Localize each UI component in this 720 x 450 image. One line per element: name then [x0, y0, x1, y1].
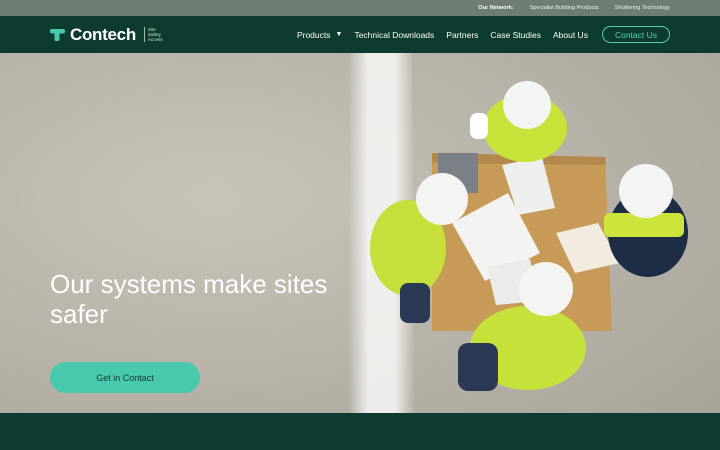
nav-item-technical-downloads[interactable]: Technical Downloads [354, 30, 434, 40]
contact-us-button[interactable]: Contact Us [601, 26, 670, 43]
network-label: Our Network: [478, 5, 514, 11]
nav-item-about-us[interactable]: About Us [553, 30, 588, 40]
logo-mark-icon [50, 28, 65, 42]
logo-tagline: Site Safety Access [143, 26, 163, 43]
get-in-contact-button[interactable]: Get in Contact [50, 362, 200, 393]
nav-item-label: Products [296, 29, 331, 40]
network-link-specialist-building-products[interactable]: Specialist Building Products [530, 5, 599, 11]
nav-item-products[interactable]: Products ▼ [297, 30, 342, 40]
nav-item-partners[interactable]: Partners [446, 30, 478, 40]
section-band [0, 413, 720, 450]
tagline-line: Access [147, 37, 163, 43]
hero-photo [0, 53, 720, 413]
hero-section: Our systems make sites safer Get in Cont… [0, 53, 720, 413]
hero-title: Our systems make sites safer [50, 269, 328, 329]
logo[interactable]: Contech Site Safety Access [50, 25, 163, 45]
main-header: Contech Site Safety Access Products ▼ Te… [0, 16, 720, 53]
caret-down-icon: ▼ [335, 31, 343, 38]
nav-item-case-studies[interactable]: Case Studies [490, 30, 541, 40]
main-nav: Products ▼ Technical Downloads Partners … [297, 26, 670, 43]
network-link-shuttering-technology[interactable]: Shuttering Technology [615, 5, 670, 11]
network-bar: Our Network: Specialist Building Product… [0, 0, 720, 16]
logo-wordmark: Contech [70, 24, 136, 44]
